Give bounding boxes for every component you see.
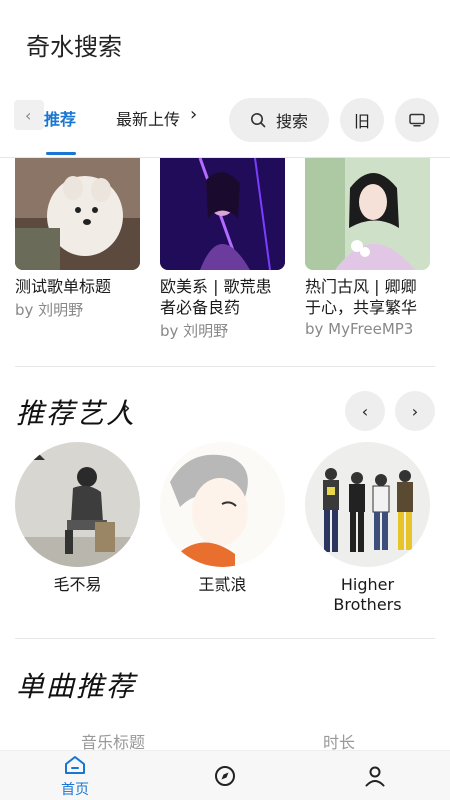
artists-section-title[interactable]: 推荐艺人: [16, 392, 136, 432]
top-nav: ‹ 推荐 最新上传 › 搜索 旧: [0, 96, 450, 158]
chevron-right-icon[interactable]: ›: [122, 396, 131, 421]
playlist-card[interactable]: 欧美系 | 歌荒患者必备良药 by 刘明野: [160, 158, 285, 341]
section-divider: [15, 366, 435, 367]
playlist-row: 测试歌单标题 by 刘明野 欧美系 | 歌荒患者必备良药 by 刘明野 热门古风…: [0, 158, 450, 348]
nav-home[interactable]: 首页: [45, 755, 105, 799]
search-label: 搜索: [275, 112, 308, 131]
active-tab-indicator: [46, 152, 76, 155]
artist-name: Higher Brothers: [333, 575, 402, 614]
playlist-author: by MyFreeMP3: [305, 320, 414, 338]
tab-recommend[interactable]: 推荐: [44, 106, 76, 130]
artist-card[interactable]: Higher Brothers: [305, 442, 430, 615]
bottom-nav: 首页: [0, 750, 450, 800]
artists-prev-button[interactable]: ‹: [345, 391, 385, 431]
playlist-cover-image: [15, 158, 140, 270]
app-title: 奇水搜索: [26, 33, 122, 61]
nav-discover[interactable]: [195, 765, 255, 791]
artists-next-button[interactable]: ›: [395, 391, 435, 431]
playlist-cover-image: [305, 158, 430, 270]
artist-avatar: [160, 442, 285, 567]
chevron-right-icon[interactable]: ›: [190, 104, 197, 125]
nav-home-label: 首页: [61, 782, 89, 798]
playlist-card[interactable]: 热门古风 | 卿卿于心，共享繁华 by MyFreeMP3: [305, 158, 430, 338]
playlist-card[interactable]: 测试歌单标题 by 刘明野: [15, 158, 140, 320]
home-icon: [65, 756, 85, 774]
search-icon: [250, 113, 266, 128]
playlist-title: 测试歌单标题: [15, 277, 112, 296]
playlist-cover-image: [160, 158, 285, 270]
artist-avatar: [15, 442, 140, 567]
artist-name: 毛不易: [53, 575, 102, 594]
artist-card[interactable]: 毛不易: [15, 442, 140, 595]
playlist-title: 热门古风 | 卿卿于心，共享繁华: [305, 277, 418, 317]
artist-avatar: [305, 442, 430, 567]
chevron-left-icon: ‹: [361, 401, 369, 421]
nav-profile[interactable]: [345, 765, 405, 791]
tab-latest-upload[interactable]: 最新上传: [116, 106, 182, 130]
songs-section-title: 单曲推荐: [16, 670, 137, 703]
playlist-title: 欧美系 | 歌荒患者必备良药: [160, 277, 272, 317]
compass-icon: [215, 766, 235, 786]
search-button[interactable]: 搜索: [229, 98, 329, 142]
chevron-right-icon: ›: [411, 401, 419, 421]
monitor-icon: [409, 113, 425, 127]
history-label: 旧: [353, 112, 370, 131]
monitor-button[interactable]: [395, 98, 439, 142]
playlist-author: by 刘明野: [160, 322, 229, 340]
artist-name: 王贰浪: [198, 575, 247, 594]
artist-card[interactable]: 王贰浪: [160, 442, 285, 595]
user-icon: [365, 766, 385, 787]
history-button[interactable]: 旧: [340, 98, 384, 142]
playlist-author: by 刘明野: [15, 301, 84, 319]
section-divider: [15, 638, 435, 639]
chevron-left-icon[interactable]: ‹: [25, 106, 31, 125]
